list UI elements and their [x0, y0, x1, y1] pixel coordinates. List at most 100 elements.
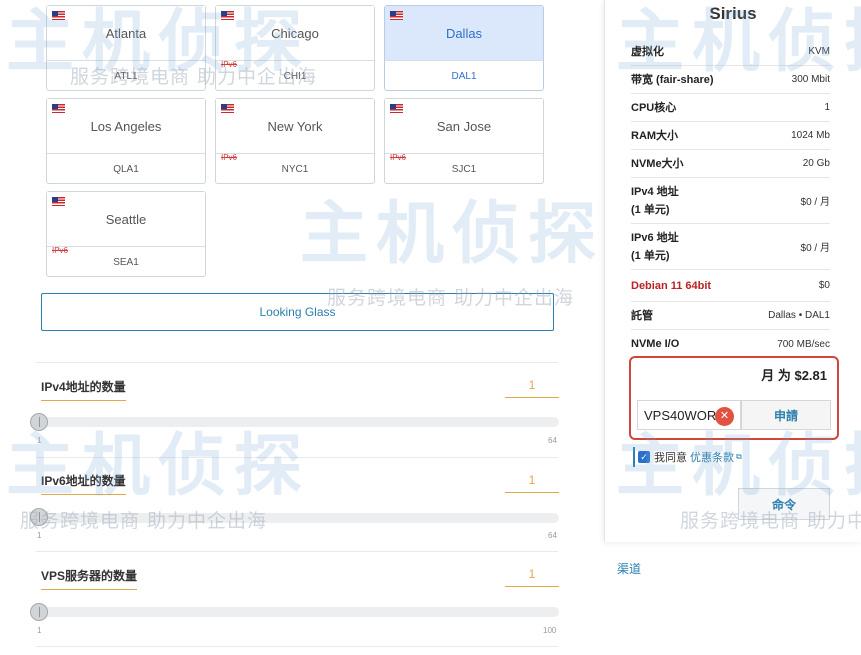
slider-max-label: 100	[543, 626, 557, 635]
order-summary-panel: Sirius 虚拟化 KVM 带宽 (fair-share) 300 Mbit …	[604, 0, 861, 542]
channel-link[interactable]: 渠道	[617, 560, 641, 577]
spec-row-ram: RAM大小 1024 Mb	[631, 122, 830, 150]
spec-key: IPv6 地址 (1 单元)	[631, 229, 679, 265]
ipv6-unavailable-badge: IPv6	[390, 153, 407, 162]
monthly-total: 月 为 $2.81	[761, 368, 827, 383]
external-link-icon: ⧉	[736, 452, 742, 461]
ipv4-slider-handle[interactable]	[30, 413, 48, 431]
spec-key-line2: (1 单元)	[631, 203, 670, 216]
location-card-atlanta[interactable]: Atlanta ATL1	[46, 5, 206, 91]
spec-key: CPU核心	[631, 101, 677, 114]
spec-value: $0	[818, 280, 830, 291]
ipv6-quantity-input[interactable]: 1	[505, 467, 559, 493]
clear-coupon-icon[interactable]: ✕	[715, 407, 734, 426]
spec-row-nvme: NVMe大小 20 Gb	[631, 150, 830, 178]
spec-key-line1: IPv4 地址	[631, 185, 679, 198]
spec-value: $0 / 月	[800, 197, 830, 208]
us-flag-icon	[390, 11, 403, 20]
spec-row-cpu: CPU核心 1	[631, 94, 830, 122]
spec-value: Dallas • DAL1	[768, 310, 830, 321]
ipv6-quantity-slider-track[interactable]	[39, 513, 559, 523]
location-city: Los Angeles	[90, 118, 162, 134]
spec-key: 虚拟化	[631, 45, 664, 58]
watermark-brand: 主机侦探	[300, 195, 605, 274]
location-code: SEA1	[113, 256, 139, 268]
apply-coupon-button[interactable]: 申請	[741, 400, 831, 430]
spec-row-ipv6: IPv6 地址 (1 单元) $0 / 月	[631, 224, 830, 270]
spec-value: 20 Gb	[802, 158, 830, 169]
location-card-los-angeles[interactable]: Los Angeles QLA1	[46, 98, 206, 184]
location-city: Chicago	[271, 25, 319, 41]
slider-min-label: 1	[37, 531, 42, 540]
location-card-dallas[interactable]: Dallas DAL1	[384, 5, 544, 91]
location-city: Seattle	[105, 211, 147, 227]
vps-quantity-input[interactable]: 1	[505, 561, 559, 587]
order-button[interactable]: 命令	[738, 488, 830, 520]
spec-key-line1: IPv6 地址	[631, 231, 679, 244]
spec-row-nvme-io: NVMe I/O 700 MB/sec	[631, 330, 830, 358]
spec-row-bandwidth: 带宽 (fair-share) 300 Mbit	[631, 66, 830, 94]
divider	[36, 646, 558, 647]
location-city: Dallas	[445, 25, 483, 41]
location-city: Atlanta	[105, 25, 147, 41]
location-city: New York	[267, 118, 323, 134]
terms-link[interactable]: 优惠条款	[690, 449, 734, 465]
spec-value: 300 Mbit	[791, 74, 830, 85]
spec-row-ipv4: IPv4 地址 (1 单元) $0 / 月	[631, 178, 830, 224]
us-flag-icon	[221, 104, 234, 113]
slider-max-label: 64	[548, 436, 557, 445]
us-flag-icon	[52, 104, 65, 113]
slider-min-label: 1	[37, 626, 42, 635]
ipv4-quantity-input[interactable]: 1	[505, 372, 559, 398]
ipv6-unavailable-badge: IPv6	[221, 153, 238, 162]
plan-title: Sirius	[709, 4, 757, 23]
location-code: DAL1	[451, 70, 477, 82]
spec-key: 託管	[631, 309, 653, 322]
spec-key: Debian 11 64bit	[631, 279, 712, 292]
location-card-new-york[interactable]: New York IPv6 NYC1	[215, 98, 375, 184]
location-code: SJC1	[451, 163, 477, 175]
spec-value: KVM	[808, 46, 830, 57]
us-flag-icon	[52, 11, 65, 20]
us-flag-icon	[221, 11, 234, 20]
ipv4-quantity-slider-track[interactable]	[39, 417, 559, 427]
terms-agreement: ✓ 我同意 优惠条款 ⧉	[633, 447, 742, 467]
agree-text: 我同意	[654, 452, 687, 464]
spec-key: 带宽 (fair-share)	[631, 73, 714, 86]
spec-key-line2: (1 单元)	[631, 249, 670, 262]
spec-value: 1024 Mb	[791, 130, 830, 141]
location-card-san-jose[interactable]: San Jose IPv6 SJC1	[384, 98, 544, 184]
vps-slider-handle[interactable]	[30, 603, 48, 621]
ipv6-unavailable-badge: IPv6	[52, 246, 69, 255]
spec-key: NVMe I/O	[631, 338, 680, 350]
total-highlight-box: 月 为 $2.81 VPS40WOR ✕ 申請	[629, 356, 839, 440]
ipv6-quantity-label: IPv6地址的数量	[41, 472, 126, 495]
spec-row-hosting: 託管 Dallas • DAL1	[631, 302, 830, 330]
divider	[36, 457, 558, 458]
location-code: ATL1	[114, 70, 138, 82]
us-flag-icon	[52, 197, 65, 206]
slider-max-label: 64	[548, 531, 557, 540]
us-flag-icon	[390, 104, 403, 113]
terms-checkbox[interactable]: ✓	[638, 451, 650, 463]
location-code: QLA1	[113, 163, 139, 175]
divider	[36, 551, 558, 552]
spec-row-os: Debian 11 64bit $0	[631, 270, 830, 302]
spec-key: IPv4 地址 (1 单元)	[631, 183, 679, 219]
location-code: NYC1	[281, 163, 309, 175]
spec-value: 1	[824, 102, 830, 113]
spec-key: RAM大小	[631, 129, 679, 142]
vps-quantity-slider-track[interactable]	[39, 607, 559, 617]
location-code: CHI1	[283, 70, 307, 82]
ipv6-unavailable-badge: IPv6	[221, 60, 238, 69]
looking-glass-button[interactable]: Looking Glass	[41, 293, 554, 331]
slider-min-label: 1	[37, 436, 42, 445]
location-card-seattle[interactable]: Seattle IPv6 SEA1	[46, 191, 206, 277]
ipv6-slider-handle[interactable]	[30, 508, 48, 526]
location-card-chicago[interactable]: Chicago IPv6 CHI1	[215, 5, 375, 91]
location-city: San Jose	[436, 118, 492, 134]
divider	[36, 362, 558, 363]
spec-value: 700 MB/sec	[777, 338, 830, 350]
vps-quantity-label: VPS服务器的数量	[41, 567, 138, 590]
ipv4-quantity-label: IPv4地址的数量	[41, 378, 126, 401]
